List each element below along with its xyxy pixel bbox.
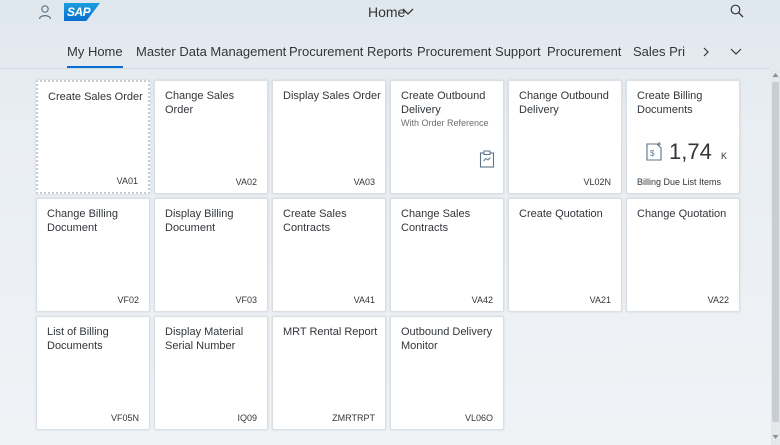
tile-footer: VF05N: [110, 413, 139, 423]
tab-bar: My Home Master Data Management Procureme…: [0, 40, 780, 68]
tile-footer: VL06O: [464, 413, 493, 423]
kpi-unit: K: [721, 151, 728, 161]
tile-footer: VA21: [589, 295, 611, 305]
tile-title: Outbound Delivery Monitor: [401, 326, 493, 352]
tile-footer: VA22: [707, 295, 729, 305]
tile-change-sales-contracts[interactable]: Change Sales Contracts VA42: [390, 198, 504, 312]
sap-logo[interactable]: SAP: [64, 3, 100, 21]
tab-my-home[interactable]: My Home: [67, 44, 123, 68]
billing-document-icon: $: [646, 142, 662, 161]
tab-sales[interactable]: Sales Prin: [633, 44, 685, 59]
tile-footer: VA42: [471, 295, 493, 305]
chevron-down-icon[interactable]: [402, 8, 414, 16]
tile-change-sales-order[interactable]: Change Sales Order VA02: [154, 80, 268, 194]
tile-title: MRT Rental Report: [283, 326, 378, 338]
tile-subtitle: With Order Reference: [401, 118, 489, 128]
tile-title: Display Material Serial Number: [165, 326, 244, 352]
tab-divider: [0, 68, 770, 69]
tile-title: Create Outbound Delivery: [401, 90, 486, 116]
tab-procurement-support[interactable]: Procurement Support: [417, 44, 541, 59]
vertical-scrollbar[interactable]: [771, 70, 780, 445]
tile-title: Change Quotation: [637, 208, 727, 220]
tile-title: Create Sales Contracts: [283, 208, 347, 234]
overflow-chevron-down-icon[interactable]: [730, 48, 742, 56]
tab-procurement[interactable]: Procurement: [547, 44, 621, 59]
chevron-right-icon[interactable]: [702, 47, 710, 57]
search-icon[interactable]: [730, 4, 744, 18]
tab-master-data-management[interactable]: Master Data Management: [136, 44, 286, 59]
tile-footer: IQ09: [237, 413, 257, 423]
tile-title: Change Sales Contracts: [401, 208, 471, 234]
clipboard-icon: [479, 150, 495, 168]
tile-change-quotation[interactable]: Change Quotation VA22: [626, 198, 740, 312]
tile-create-outbound-delivery[interactable]: Create Outbound Delivery With Order Refe…: [390, 80, 504, 194]
tile-footer: Billing Due List Items: [637, 177, 722, 187]
tile-outbound-delivery-monitor[interactable]: Outbound Delivery Monitor VL06O: [390, 316, 504, 430]
tile-title: Create Quotation: [519, 208, 603, 220]
tile-change-billing-document[interactable]: Change Billing Document VF02: [36, 198, 150, 312]
tile-title: List of Billing Documents: [47, 326, 109, 352]
tile-footer: VF02: [117, 295, 139, 305]
tile-footer: VA41: [353, 295, 375, 305]
tile-title: Create Sales Order: [48, 91, 143, 103]
scroll-up-arrow-icon[interactable]: [772, 72, 779, 78]
scroll-down-arrow-icon[interactable]: [772, 434, 779, 440]
tile-title: Change Outbound Delivery: [519, 90, 609, 116]
tile-title: Create Billing Documents: [637, 90, 703, 116]
shell-bar: SAP Home: [0, 0, 780, 24]
tile-change-outbound-delivery[interactable]: Change Outbound Delivery VL02N: [508, 80, 622, 194]
tile-create-quotation[interactable]: Create Quotation VA21: [508, 198, 622, 312]
tile-footer: VA02: [235, 177, 257, 187]
tile-footer: ZMRTRPT: [332, 413, 375, 423]
tile-create-sales-contracts[interactable]: Create Sales Contracts VA41: [272, 198, 386, 312]
tile-title: Display Billing Document: [165, 208, 234, 234]
tile-footer: VL02N: [583, 177, 611, 187]
scroll-thumb[interactable]: [772, 82, 779, 422]
user-icon[interactable]: [38, 4, 52, 20]
tile-title: Display Sales Order: [283, 90, 381, 102]
tile-display-material-serial-number[interactable]: Display Material Serial Number IQ09: [154, 316, 268, 430]
svg-text:$: $: [650, 149, 655, 158]
tile-display-sales-order[interactable]: Display Sales Order VA03: [272, 80, 386, 194]
tile-create-billing-documents[interactable]: Create Billing Documents $ 1,74 K Billin…: [626, 80, 740, 194]
kpi-value: 1,74: [669, 139, 712, 164]
tile-list-of-billing-documents[interactable]: List of Billing Documents VF05N: [36, 316, 150, 430]
page-title[interactable]: Home: [368, 4, 405, 20]
tile-create-sales-order[interactable]: Create Sales Order VA01: [36, 80, 150, 194]
tile-footer: VF03: [235, 295, 257, 305]
sap-logo-text: SAP: [67, 5, 91, 19]
tile-footer: VA01: [116, 176, 138, 186]
tile-mrt-rental-report[interactable]: MRT Rental Report ZMRTRPT: [272, 316, 386, 430]
tile-title: Change Sales Order: [165, 90, 235, 116]
tile-footer: VA03: [353, 177, 375, 187]
tab-procurement-reports[interactable]: Procurement Reports: [289, 44, 413, 59]
tile-title: Change Billing Document: [47, 208, 118, 234]
tile-display-billing-document[interactable]: Display Billing Document VF03: [154, 198, 268, 312]
